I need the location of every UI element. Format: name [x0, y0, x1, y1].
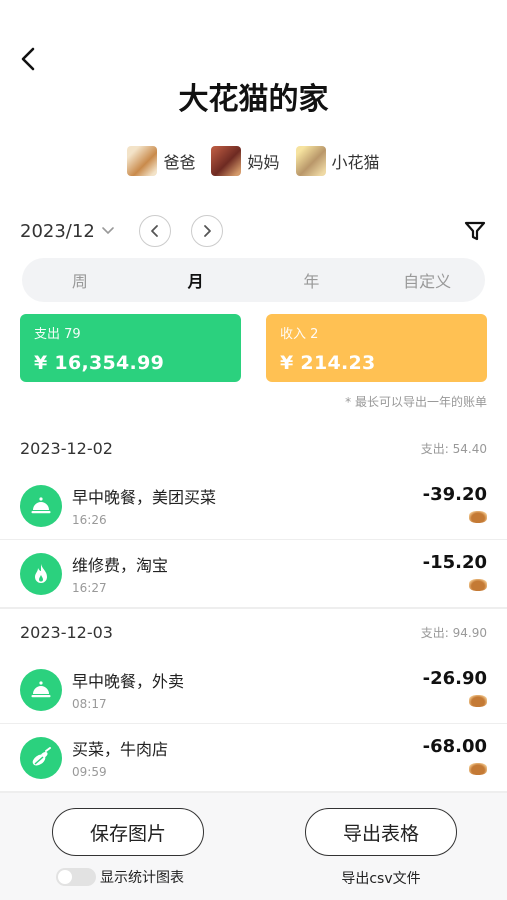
list-item[interactable]: 早中晚餐，外卖 08:17 -26.90	[0, 656, 507, 724]
vegetable-icon	[20, 736, 62, 779]
list-item[interactable]: 买菜，牛肉店 09:59 -68.00	[0, 724, 507, 792]
expense-summary-card[interactable]: 支出 79 ¥ 16,354.99	[20, 314, 241, 382]
member-name: 爸爸	[163, 153, 196, 172]
entry-amount: -15.20	[422, 552, 487, 573]
chart-toggle-row: 显示统计图表	[56, 867, 184, 887]
member-list: 爸爸 妈妈 小花猫	[0, 146, 507, 176]
export-note: * 最长可以导出一年的账单	[345, 395, 487, 409]
member-name: 小花猫	[331, 153, 380, 172]
date-navigation: 2023/12	[20, 212, 487, 250]
day-date: 2023-12-02	[20, 438, 113, 458]
entry-time: 08:17	[72, 697, 107, 711]
income-summary-card[interactable]: 收入 2 ¥ 214.23	[266, 314, 487, 382]
avatar	[211, 146, 242, 176]
prev-period-button[interactable]	[138, 215, 171, 247]
period-tabs: 周 月 年 自定义	[22, 258, 485, 302]
entry-title: 维修费，淘宝	[72, 556, 169, 575]
tab-year[interactable]: 年	[254, 258, 370, 302]
entry-title: 早中晚餐，外卖	[72, 672, 185, 691]
bottom-action-bar: 保存图片 导出表格 显示统计图表 导出csv文件	[0, 792, 507, 900]
member-name: 妈妈	[247, 153, 280, 172]
member-avatar	[469, 695, 487, 707]
entry-time: 16:26	[72, 513, 107, 527]
entry-amount: -39.20	[422, 484, 487, 505]
entry-time: 16:27	[72, 581, 107, 595]
member-kitty[interactable]: 小花猫	[295, 146, 380, 176]
chevron-left-icon	[21, 47, 35, 71]
tab-month[interactable]: 月	[138, 258, 254, 302]
back-button[interactable]	[14, 44, 44, 74]
member-dad[interactable]: 爸爸	[127, 146, 195, 176]
toggle-label: 显示统计图表	[100, 870, 184, 886]
filter-icon[interactable]	[463, 219, 487, 243]
entry-time: 09:59	[72, 765, 107, 779]
income-label: 收入 2	[280, 327, 319, 342]
chevron-down-icon[interactable]	[101, 224, 115, 238]
export-table-button[interactable]: 导出表格	[305, 808, 457, 856]
member-avatar	[469, 579, 487, 591]
income-amount: ¥ 214.23	[280, 352, 376, 374]
next-period-button[interactable]	[190, 215, 223, 247]
expense-amount: ¥ 16,354.99	[34, 352, 165, 374]
transaction-list: 2023-12-02 支出: 54.40 早中晚餐，美团买菜 16:26 -39…	[0, 424, 507, 792]
day-header: 2023-12-02 支出: 54.40	[0, 424, 507, 472]
day-total: 支出: 94.90	[420, 626, 487, 640]
flame-icon	[20, 552, 62, 595]
date-selector[interactable]: 2023/12	[20, 221, 95, 242]
member-avatar	[469, 511, 487, 523]
show-chart-toggle[interactable]	[56, 868, 96, 886]
chevron-right-icon	[203, 225, 211, 237]
member-avatar	[469, 763, 487, 775]
entry-amount: -68.00	[422, 736, 487, 757]
entry-title: 早中晚餐，美团买菜	[72, 488, 217, 507]
avatar	[127, 146, 158, 176]
chevron-left-icon	[150, 225, 158, 237]
list-item[interactable]: 维修费，淘宝 16:27 -15.20	[0, 540, 507, 608]
day-header: 2023-12-03 支出: 94.90	[0, 608, 507, 656]
member-mom[interactable]: 妈妈	[211, 146, 280, 176]
expense-label: 支出 79	[34, 327, 81, 342]
day-total: 支出: 54.40	[420, 441, 487, 456]
export-csv-link[interactable]: 导出csv文件	[305, 868, 457, 888]
tab-custom[interactable]: 自定义	[369, 258, 485, 302]
avatar	[295, 146, 326, 176]
meal-cloche-icon	[20, 668, 62, 711]
entry-title: 买菜，牛肉店	[72, 740, 169, 759]
entry-amount: -26.90	[422, 668, 487, 689]
save-image-button[interactable]: 保存图片	[52, 808, 204, 856]
toggle-knob	[58, 870, 72, 884]
tab-week[interactable]: 周	[22, 258, 138, 302]
meal-cloche-icon	[20, 484, 62, 527]
day-date: 2023-12-03	[20, 623, 113, 642]
list-item[interactable]: 早中晚餐，美团买菜 16:26 -39.20	[0, 472, 507, 540]
page-title: 大花猫的家	[178, 82, 329, 117]
